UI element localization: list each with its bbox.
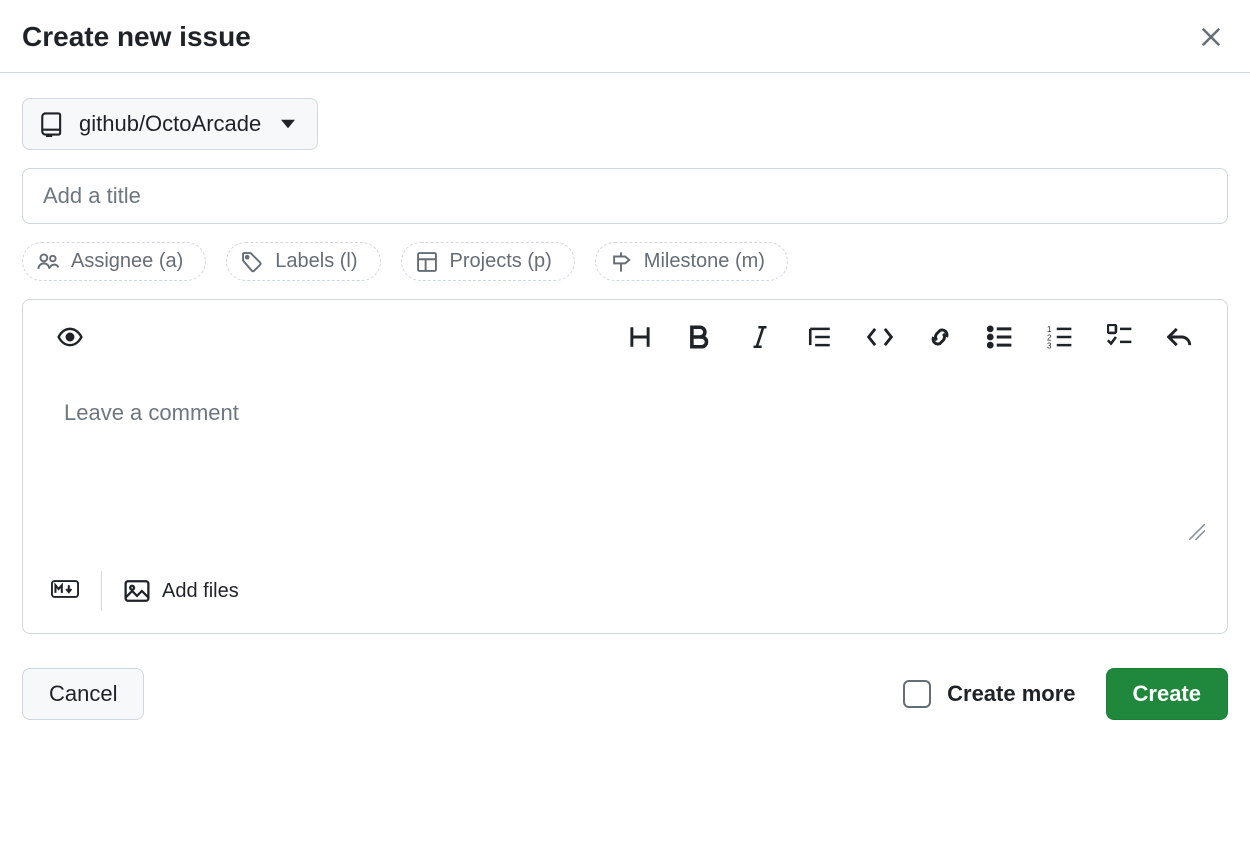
editor-footer: Add files [23, 551, 1227, 633]
heading-button[interactable] [621, 318, 659, 356]
code-button[interactable] [861, 318, 899, 356]
preview-button[interactable] [51, 318, 89, 356]
list-bulleted-icon [987, 324, 1013, 350]
dialog-header: Create new issue [0, 0, 1250, 73]
projects-pill[interactable]: Projects (p) [401, 242, 575, 281]
comment-editor: 123 Add files [22, 299, 1228, 634]
add-files-button[interactable]: Add files [124, 578, 239, 604]
resize-icon [1189, 524, 1205, 540]
reply-icon [1167, 324, 1193, 350]
labels-pill[interactable]: Labels (l) [226, 242, 380, 281]
bold-button[interactable] [681, 318, 719, 356]
people-icon [37, 251, 59, 273]
create-more-label: Create more [947, 681, 1075, 707]
close-button[interactable] [1194, 20, 1228, 54]
metadata-pills: Assignee (a) Labels (l) Projects (p) Mil… [22, 242, 1228, 281]
tag-icon [241, 251, 263, 273]
code-icon [867, 324, 893, 350]
link-button[interactable] [921, 318, 959, 356]
editor-toolbar: 123 [23, 300, 1227, 356]
dialog-title: Create new issue [22, 21, 251, 53]
italic-icon [747, 324, 773, 350]
quote-icon [807, 324, 833, 350]
repository-selector[interactable]: github/OctoArcade [22, 98, 318, 150]
create-more-checkbox[interactable] [903, 680, 931, 708]
image-icon [124, 578, 150, 604]
title-input[interactable] [22, 168, 1228, 224]
labels-label: Labels (l) [275, 250, 357, 273]
reply-button[interactable] [1161, 318, 1199, 356]
add-files-label: Add files [162, 580, 239, 603]
list-numbered-icon: 123 [1047, 324, 1073, 350]
heading-icon [627, 324, 653, 350]
cancel-button[interactable]: Cancel [22, 668, 144, 720]
resize-handle[interactable] [1189, 524, 1205, 545]
svg-text:3: 3 [1047, 341, 1052, 350]
create-button[interactable]: Create [1106, 668, 1228, 720]
italic-button[interactable] [741, 318, 779, 356]
dialog-content: github/OctoArcade Assignee (a) Labels (l… [0, 73, 1250, 742]
dialog-footer: Cancel Create more Create [22, 668, 1228, 720]
bold-icon [687, 324, 713, 350]
assignee-label: Assignee (a) [71, 250, 183, 273]
chevron-down-icon [281, 117, 295, 131]
tasklist-icon [1107, 324, 1133, 350]
link-icon [927, 324, 953, 350]
assignee-pill[interactable]: Assignee (a) [22, 242, 206, 281]
close-icon [1200, 26, 1222, 48]
quote-button[interactable] [801, 318, 839, 356]
create-more-option[interactable]: Create more [903, 680, 1075, 708]
milestone-pill[interactable]: Milestone (m) [595, 242, 788, 281]
markdown-icon [51, 579, 79, 599]
unordered-list-button[interactable] [981, 318, 1019, 356]
project-icon [416, 251, 438, 273]
milestone-label: Milestone (m) [644, 250, 765, 273]
repository-name: github/OctoArcade [79, 111, 261, 137]
task-list-button[interactable] [1101, 318, 1139, 356]
comment-textarea[interactable] [38, 356, 1212, 546]
ordered-list-button[interactable]: 123 [1041, 318, 1079, 356]
repo-icon [39, 111, 65, 137]
markdown-badge[interactable] [51, 579, 79, 604]
projects-label: Projects (p) [450, 250, 552, 273]
divider [101, 571, 102, 611]
eye-icon [57, 324, 83, 350]
milestone-icon [610, 251, 632, 273]
